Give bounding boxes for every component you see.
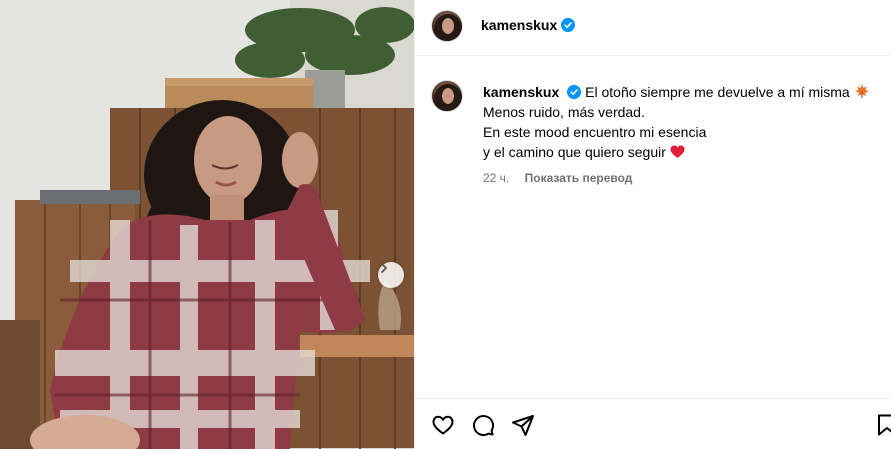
caption-username[interactable]: kamenskux (483, 84, 559, 100)
post-header: kamenskux (415, 0, 891, 56)
maple-leaf-emoji (854, 84, 869, 98)
verified-badge-icon (567, 85, 582, 99)
next-photo-button[interactable] (378, 262, 404, 288)
action-bar (415, 398, 891, 449)
caption-line-2: Menos ruido, más verdad. (483, 104, 645, 120)
caption-line-1: kamenskux El otoño siempre me devuelve a… (483, 82, 883, 102)
chevron-right-icon (381, 263, 387, 273)
paper-plane-icon (512, 415, 534, 436)
avatar[interactable] (431, 10, 463, 42)
bookmark-icon (878, 414, 891, 436)
caption-line-1-text: El otoño siempre me devuelve a mí misma (585, 84, 850, 100)
heart-icon (432, 415, 454, 435)
verified-badge-icon (561, 18, 576, 32)
caption-text: kamenskux El otoño siempre me devuelve a… (483, 82, 883, 186)
username-link[interactable]: kamenskux (481, 17, 576, 33)
share-button[interactable] (511, 413, 535, 437)
translate-button[interactable]: Показать перевод (525, 171, 633, 185)
post-timestamp[interactable]: 22 ч. (483, 171, 509, 185)
avatar-image (434, 14, 462, 41)
caption-avatar[interactable] (431, 80, 463, 112)
post-side-panel: kamenskux kamenskux El otoño siempre me … (414, 0, 891, 449)
caption-line-3: En este mood encuentro mi esencia (483, 124, 707, 140)
post-meta: 22 ч. Показать перевод (483, 170, 883, 186)
like-button[interactable] (431, 413, 455, 437)
red-heart-emoji (670, 145, 685, 158)
avatar-image (434, 84, 462, 111)
comment-icon (473, 415, 495, 437)
caption-line-4-text: y el camino que quiero seguir (483, 144, 666, 160)
caption-line-4: y el camino que quiero seguir (483, 142, 883, 162)
comment-button[interactable] (471, 413, 495, 437)
post-photo (0, 0, 414, 449)
save-button[interactable] (875, 413, 891, 437)
photo-illustration (0, 0, 414, 449)
username[interactable]: kamenskux (481, 17, 557, 33)
